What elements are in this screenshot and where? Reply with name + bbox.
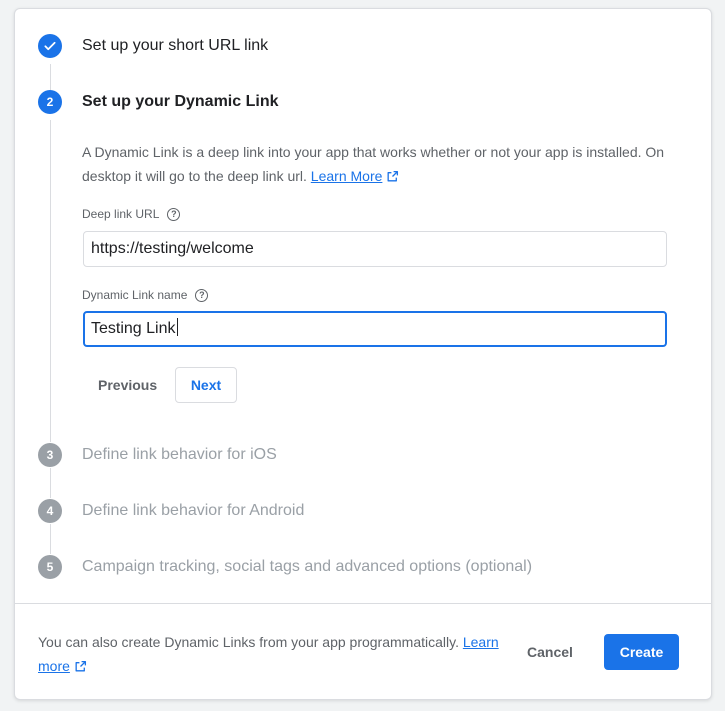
- step-2-number: 2: [38, 90, 62, 114]
- step-connector: [50, 468, 51, 498]
- help-icon[interactable]: ?: [195, 288, 209, 302]
- link-name-label: Dynamic Link name ?: [82, 287, 209, 303]
- learn-more-link[interactable]: Learn More: [311, 168, 383, 184]
- cancel-button[interactable]: Cancel: [527, 642, 573, 662]
- next-button[interactable]: Next: [175, 367, 237, 403]
- external-link-icon[interactable]: [386, 170, 399, 183]
- deep-link-label-text: Deep link URL: [82, 207, 160, 221]
- footer-divider: [14, 603, 712, 604]
- create-button[interactable]: Create: [604, 634, 679, 670]
- step-1-done-indicator: [38, 34, 62, 58]
- deep-link-url-input[interactable]: https://testing/welcome: [83, 231, 667, 267]
- text-caret: [176, 318, 178, 336]
- footer-note: You can also create Dynamic Links from y…: [38, 630, 508, 678]
- footer-note-text: You can also create Dynamic Links from y…: [38, 634, 459, 650]
- help-icon[interactable]: ?: [167, 207, 181, 221]
- step-5-title: Campaign tracking, social tags and advan…: [82, 558, 533, 575]
- step-connector: [50, 64, 51, 90]
- step-4-title: Define link behavior for Android: [82, 502, 305, 519]
- previous-button[interactable]: Previous: [98, 375, 157, 395]
- step-connector: [50, 120, 51, 442]
- link-name-label-text: Dynamic Link name: [82, 288, 188, 302]
- step-2-description: A Dynamic Link is a deep link into your …: [82, 140, 672, 188]
- check-icon: [44, 41, 56, 51]
- step-1-title[interactable]: Set up your short URL link: [82, 36, 268, 56]
- deep-link-label: Deep link URL ?: [82, 206, 181, 222]
- step-3-number: 3: [38, 443, 62, 467]
- step-3-title: Define link behavior for iOS: [82, 446, 277, 463]
- dynamic-link-name-input[interactable]: Testing Link: [83, 311, 667, 347]
- step-5-number: 5: [38, 555, 62, 579]
- link-name-value: Testing Link: [91, 320, 176, 337]
- external-link-icon[interactable]: [74, 660, 87, 673]
- step-4-number: 4: [38, 499, 62, 523]
- step-connector: [50, 524, 51, 554]
- step-2-title: Set up your Dynamic Link: [82, 93, 279, 110]
